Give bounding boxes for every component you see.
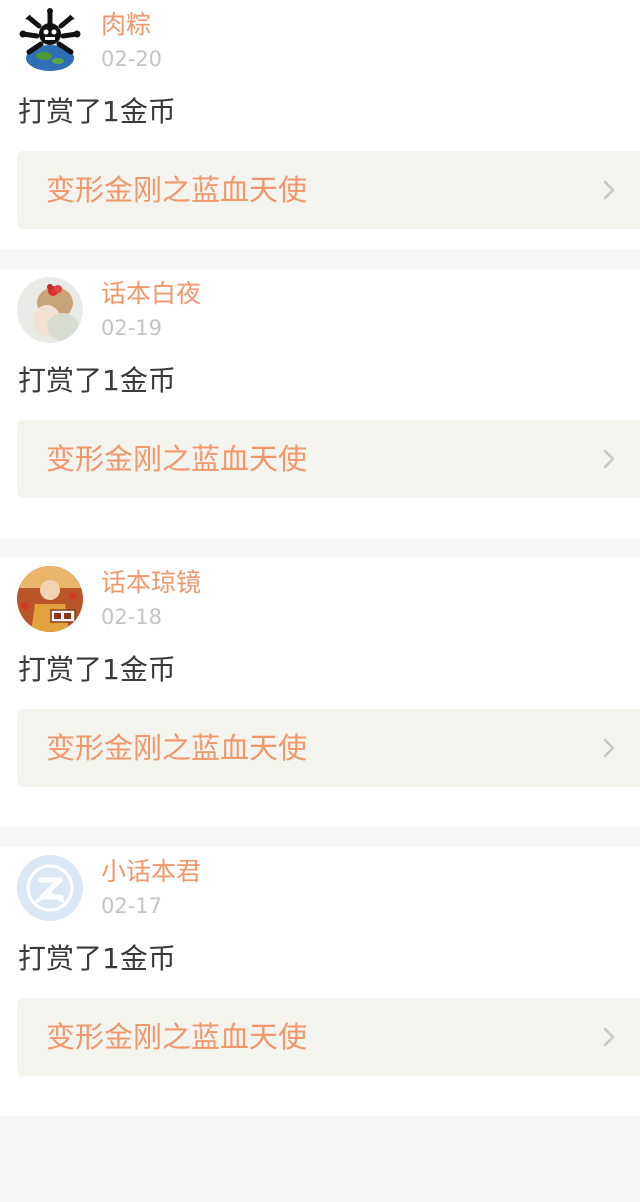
reward-action-text: 打赏了1金币	[18, 95, 176, 128]
reward-action-text: 打赏了1金币	[18, 364, 176, 397]
work-title: 变形金刚之蓝血天使	[46, 731, 308, 765]
reward-action-text: 打赏了1金币	[18, 653, 176, 686]
work-link[interactable]: 变形金刚之蓝血天使	[17, 151, 640, 229]
post-date: 02-19	[101, 316, 163, 340]
chevron-right-icon	[602, 179, 616, 201]
username[interactable]: 话本白夜	[101, 277, 201, 311]
username[interactable]: 肉粽	[101, 8, 151, 42]
chevron-right-icon	[602, 1026, 616, 1048]
reward-card: 肉粽 02-20 打赏了1金币 变形金刚之蓝血天使	[0, 0, 640, 249]
post-date: 02-18	[101, 605, 163, 629]
work-title: 变形金刚之蓝血天使	[46, 1020, 308, 1054]
reward-card: 话本白夜 02-19 打赏了1金币 变形金刚之蓝血天使	[0, 269, 640, 538]
work-link[interactable]: 变形金刚之蓝血天使	[17, 420, 640, 498]
reward-card: 话本琼镜 02-18 打赏了1金币 变形金刚之蓝血天使	[0, 558, 640, 827]
username[interactable]: 小话本君	[101, 855, 201, 889]
post-date: 02-20	[101, 47, 163, 71]
reward-feed: 肉粽 02-20 打赏了1金币 变形金刚之蓝血天使 话本白夜 02-19 打赏了…	[0, 0, 640, 1116]
username[interactable]: 话本琼镜	[101, 566, 201, 600]
post-date: 02-17	[101, 894, 163, 918]
chevron-right-icon	[602, 448, 616, 470]
reward-card: 小话本君 02-17 打赏了1金币 变形金刚之蓝血天使	[0, 847, 640, 1116]
reward-action-text: 打赏了1金币	[18, 942, 176, 975]
earth-cartoon-avatar-icon[interactable]	[17, 8, 83, 74]
work-link[interactable]: 变形金刚之蓝血天使	[17, 709, 640, 787]
girl-with-flower-avatar-icon[interactable]	[17, 277, 83, 343]
illustrated-character-avatar-icon[interactable]	[17, 566, 83, 632]
work-title: 变形金刚之蓝血天使	[46, 442, 308, 476]
chevron-right-icon	[602, 737, 616, 759]
work-title: 变形金刚之蓝血天使	[46, 173, 308, 207]
work-link[interactable]: 变形金刚之蓝血天使	[17, 998, 640, 1076]
default-z-logo-avatar-icon[interactable]	[17, 855, 83, 921]
